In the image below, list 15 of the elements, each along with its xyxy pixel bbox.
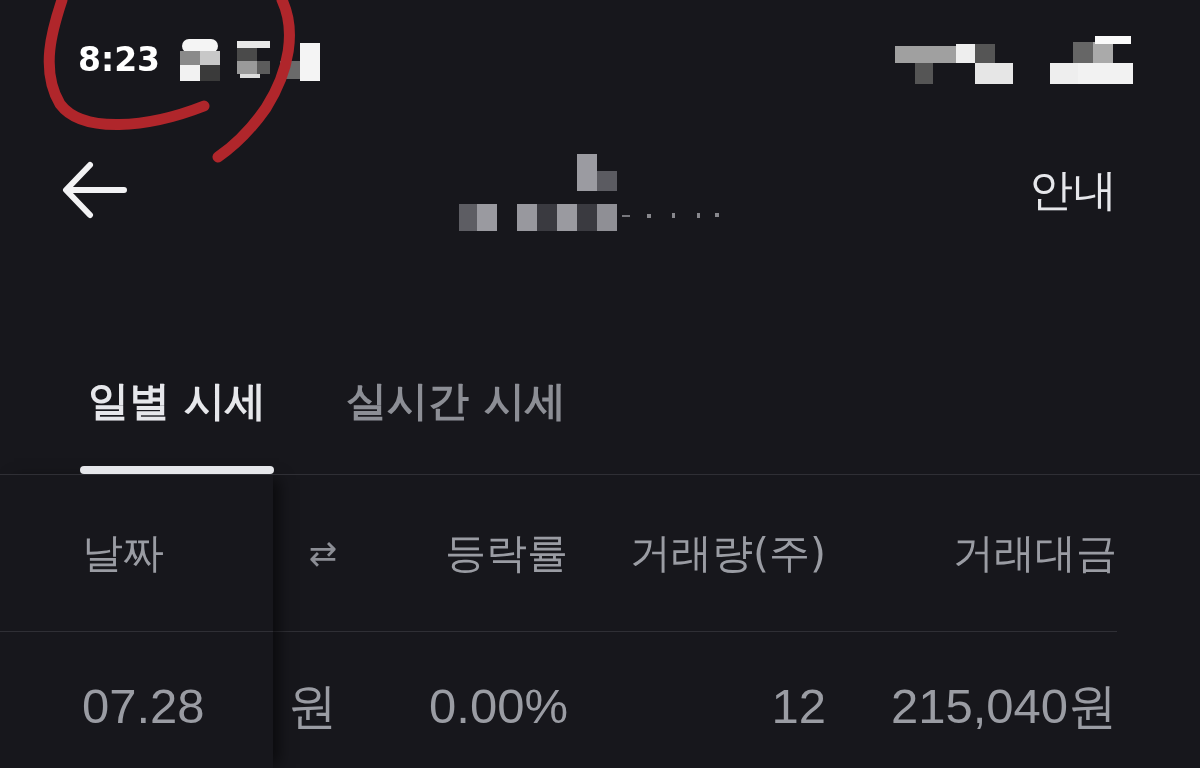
tab[interactable]: 일별 시세 [80,340,275,474]
table-cell-text: 원 [288,678,337,735]
back-icon[interactable] [62,161,128,219]
tab[interactable]: 실시간 시세 [338,340,574,474]
guide-button[interactable]: 안내 [1029,164,1117,216]
table-cell-text: 0.00% [429,678,568,735]
column-header: 거래대금 [953,528,1117,578]
table-cell-text: 12 [771,678,826,735]
column-header: 날짜 [82,528,164,578]
column-header: 등락률 [445,528,568,578]
sort-toggle[interactable]: ⇄ [308,528,337,578]
table-cell-text: 215,040원 [890,678,1117,735]
column-header: 거래량(주) [630,528,826,578]
status-time: 8:23 [78,40,161,80]
table-cell-text: 07.28 [82,678,205,735]
